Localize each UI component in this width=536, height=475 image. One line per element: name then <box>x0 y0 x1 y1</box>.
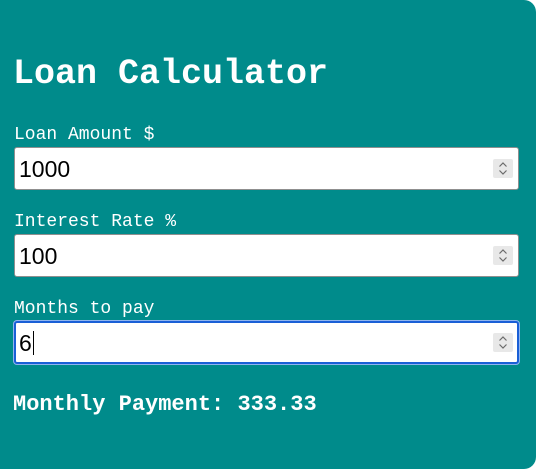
text-caret <box>32 331 34 355</box>
interest-rate-input[interactable]: 100 <box>14 234 519 277</box>
loan-amount-input[interactable]: 1000 <box>14 147 519 190</box>
monthly-payment-result: Monthly Payment: 333.33 <box>13 392 317 418</box>
spinner-arrows-icon[interactable] <box>493 246 513 265</box>
loan-calculator-card: Loan Calculator Loan Amount $ 1000 Inter… <box>0 0 536 469</box>
monthly-payment-value: 333.33 <box>237 392 317 417</box>
monthly-payment-label: Monthly Payment: <box>13 392 225 417</box>
interest-rate-value: 100 <box>19 243 58 269</box>
loan-amount-value: 1000 <box>19 156 71 182</box>
page-title: Loan Calculator <box>13 54 329 94</box>
months-to-pay-label: Months to pay <box>14 299 155 319</box>
months-to-pay-value: 6 <box>19 330 32 356</box>
months-to-pay-input[interactable]: 6 <box>14 321 519 364</box>
loan-amount-label: Loan Amount $ <box>14 125 155 145</box>
spinner-arrows-icon[interactable] <box>493 333 513 352</box>
spinner-arrows-icon[interactable] <box>493 159 513 178</box>
interest-rate-label: Interest Rate % <box>14 212 177 232</box>
